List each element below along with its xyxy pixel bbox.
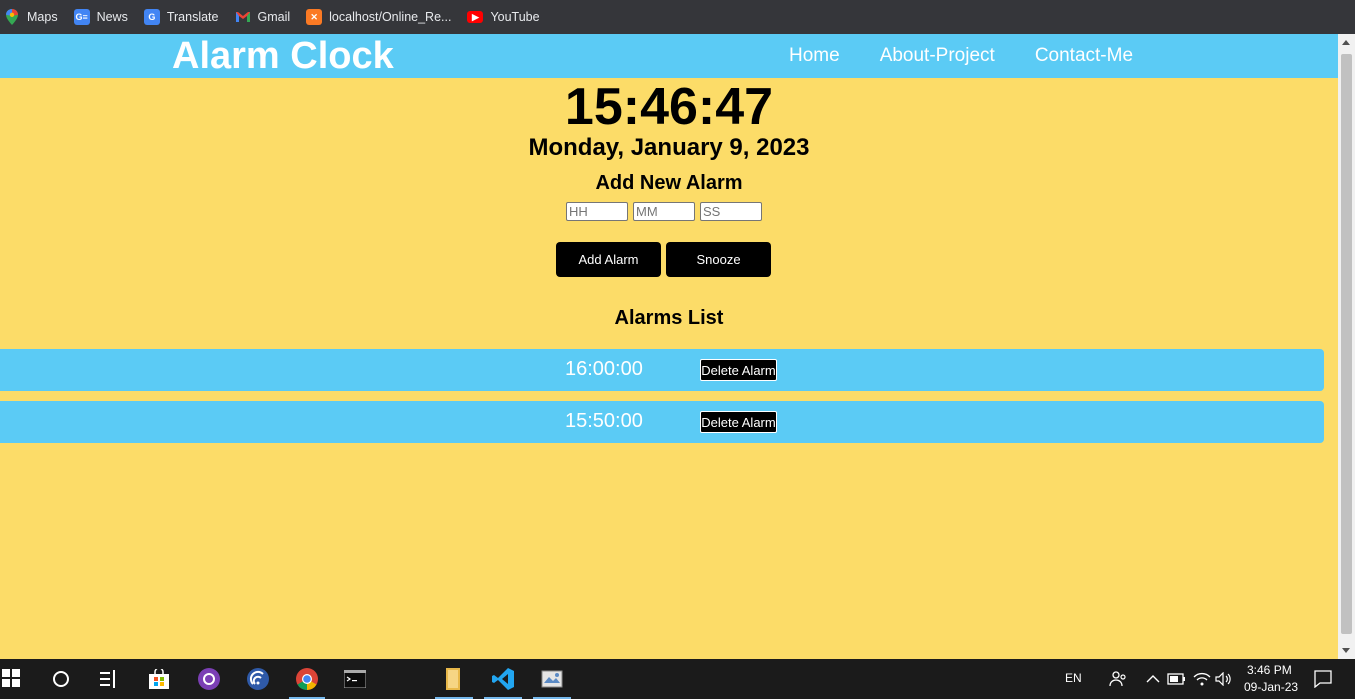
maps-pin-icon <box>4 9 20 25</box>
people-icon[interactable] <box>1106 667 1130 691</box>
windows-start-icon[interactable] <box>0 663 22 693</box>
alarm-time: 15:50:00 <box>565 410 643 432</box>
alarms-list-title: Alarms List <box>614 307 724 329</box>
gmail-icon <box>235 9 251 25</box>
add-alarm-title: Add New Alarm <box>595 172 743 194</box>
news-icon: G≡ <box>73 9 90 25</box>
github-desktop-icon[interactable] <box>197 667 221 691</box>
volume-icon[interactable] <box>1212 667 1236 691</box>
photos-app-icon[interactable] <box>540 667 564 691</box>
microsoft-store-icon[interactable] <box>147 667 171 691</box>
anydesk-wifi-icon[interactable] <box>246 667 270 691</box>
notifications-icon[interactable] <box>1311 667 1335 691</box>
alarm-list-item: 15:50:00 Delete Alarm <box>0 401 1324 443</box>
page-scrollbar[interactable] <box>1338 34 1355 659</box>
current-time: 15:46:47 <box>564 78 774 136</box>
add-alarm-button[interactable]: Add Alarm <box>556 242 661 277</box>
translate-icon: G <box>143 9 160 25</box>
bookmark-translate[interactable]: G Translate <box>143 9 219 25</box>
current-date: Monday, January 9, 2023 <box>528 134 810 161</box>
bookmark-label: Translate <box>166 10 219 24</box>
bookmark-label: News <box>96 10 128 24</box>
wifi-icon[interactable] <box>1190 667 1214 691</box>
terminal-icon[interactable] <box>343 667 367 691</box>
clock-date[interactable]: 09-Jan-23 <box>1244 680 1298 694</box>
nav-link-about-project[interactable]: About-Project <box>880 45 995 67</box>
alarm-time: 16:00:00 <box>565 358 643 380</box>
delete-alarm-button[interactable]: Delete Alarm <box>700 359 777 381</box>
language-indicator[interactable]: EN <box>1065 671 1082 685</box>
bookmark-news[interactable]: G≡ News <box>73 9 128 25</box>
clock-time[interactable]: 3:46 PM <box>1247 663 1292 677</box>
battery-icon[interactable] <box>1165 667 1189 691</box>
chevron-up-icon[interactable] <box>1141 667 1165 691</box>
bookmark-label: Maps <box>27 10 58 24</box>
brand-title[interactable]: Alarm Clock <box>172 35 394 77</box>
xampp-icon: ✕ <box>306 9 323 25</box>
chrome-icon[interactable] <box>295 667 319 691</box>
navbar: Alarm Clock Home About-Project Contact-M… <box>0 34 1338 78</box>
bookmark-label: Gmail <box>257 10 291 24</box>
scrollbar-thumb[interactable] <box>1341 54 1352 634</box>
scroll-down-arrow-icon[interactable] <box>1342 648 1350 653</box>
second-input[interactable] <box>700 202 762 221</box>
bookmark-label: localhost/Online_Re... <box>329 10 452 24</box>
search-circle-icon[interactable] <box>49 667 73 691</box>
alarm-list-item: 16:00:00 Delete Alarm <box>0 349 1324 391</box>
snooze-button[interactable]: Snooze <box>666 242 771 277</box>
bookmark-localhost[interactable]: ✕ localhost/Online_Re... <box>306 9 451 25</box>
page-viewport: Alarm Clock Home About-Project Contact-M… <box>0 34 1338 659</box>
hour-input[interactable] <box>566 202 628 221</box>
scroll-up-arrow-icon[interactable] <box>1342 40 1350 45</box>
bookmark-youtube[interactable]: ▶ YouTube <box>467 10 540 24</box>
nav-link-home[interactable]: Home <box>789 45 840 67</box>
nav-links: Home About-Project Contact-Me <box>789 45 1173 67</box>
alarm-actions: Add Alarm Snooze <box>556 242 776 277</box>
alarm-time-inputs <box>566 202 767 221</box>
bookmark-label: YouTube <box>490 10 540 24</box>
task-view-icon[interactable] <box>97 667 121 691</box>
bookmarks-bar: Maps G≡ News G Translate Gmail ✕ localho… <box>0 0 1355 34</box>
minute-input[interactable] <box>633 202 695 221</box>
bookmark-gmail[interactable]: Gmail <box>235 9 291 25</box>
vscode-icon[interactable] <box>491 667 515 691</box>
youtube-icon: ▶ <box>467 11 484 23</box>
windows-taskbar: EN 3:46 PM 09-Jan-23 <box>0 659 1355 699</box>
nav-link-contact-me[interactable]: Contact-Me <box>1035 45 1133 67</box>
file-explorer-icon[interactable] <box>441 667 465 691</box>
delete-alarm-button[interactable]: Delete Alarm <box>700 411 777 433</box>
bookmark-maps[interactable]: Maps <box>4 9 58 25</box>
